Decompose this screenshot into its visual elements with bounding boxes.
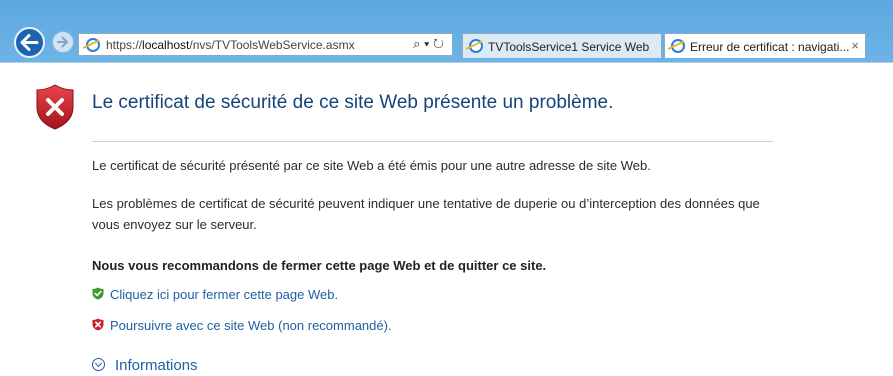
url-path: /nvs/TVToolsWebService.asmx xyxy=(189,38,355,52)
risk-text: Les problèmes de certificat de sécurité … xyxy=(92,196,760,232)
red-shield-x-icon xyxy=(92,318,104,331)
continue-site-link[interactable]: Poursuivre avec ce site Web (non recomma… xyxy=(110,318,392,333)
recommendation-text: Nous vous recommandons de fermer cette p… xyxy=(92,258,547,273)
ie-tab-icon xyxy=(469,39,483,53)
tab-service-web[interactable]: TVToolsService1 Service Web xyxy=(462,33,662,58)
back-arrow-icon xyxy=(20,34,39,51)
browser-toolbar: https://localhost/nvs/TVToolsWebService.… xyxy=(0,0,893,62)
close-page-row[interactable]: Cliquez ici pour fermer cette page Web. xyxy=(92,287,338,302)
information-label: Informations xyxy=(115,357,198,374)
toolbar-divider xyxy=(0,62,893,63)
explanation-text: Le certificat de sécurité présenté par c… xyxy=(92,158,651,173)
close-page-link[interactable]: Cliquez ici pour fermer cette page Web. xyxy=(110,287,338,302)
forward-button[interactable] xyxy=(52,31,74,53)
page-title: Le certificat de sécurité de ce site Web… xyxy=(92,92,614,113)
more-information-toggle[interactable]: Informations xyxy=(92,357,198,374)
address-bar[interactable]: https://localhost/nvs/TVToolsWebService.… xyxy=(78,33,453,56)
ie-tab-icon xyxy=(671,39,685,53)
continue-site-row[interactable]: Poursuivre avec ce site Web (non recomma… xyxy=(92,318,392,333)
address-url[interactable]: https://localhost/nvs/TVToolsWebService.… xyxy=(106,38,355,52)
tab-label: Erreur de certificat : navigati... xyxy=(690,40,850,54)
tab-label: TVToolsService1 Service Web xyxy=(488,40,650,54)
back-button[interactable] xyxy=(14,27,45,58)
tab-certificate-error[interactable]: Erreur de certificat : navigati... × xyxy=(664,33,866,58)
chevron-down-icon xyxy=(92,358,105,371)
forward-arrow-icon xyxy=(57,36,68,48)
url-scheme: https:// xyxy=(106,38,143,52)
certificate-error-shield-icon xyxy=(36,84,74,130)
ie-page-icon xyxy=(86,38,100,52)
address-bar-icons[interactable]: ⌕ ▾ ↻ xyxy=(413,36,444,52)
green-shield-check-icon xyxy=(92,287,104,300)
title-divider xyxy=(92,141,773,142)
tab-close-icon[interactable]: × xyxy=(851,38,859,53)
url-host: localhost xyxy=(142,38,190,52)
